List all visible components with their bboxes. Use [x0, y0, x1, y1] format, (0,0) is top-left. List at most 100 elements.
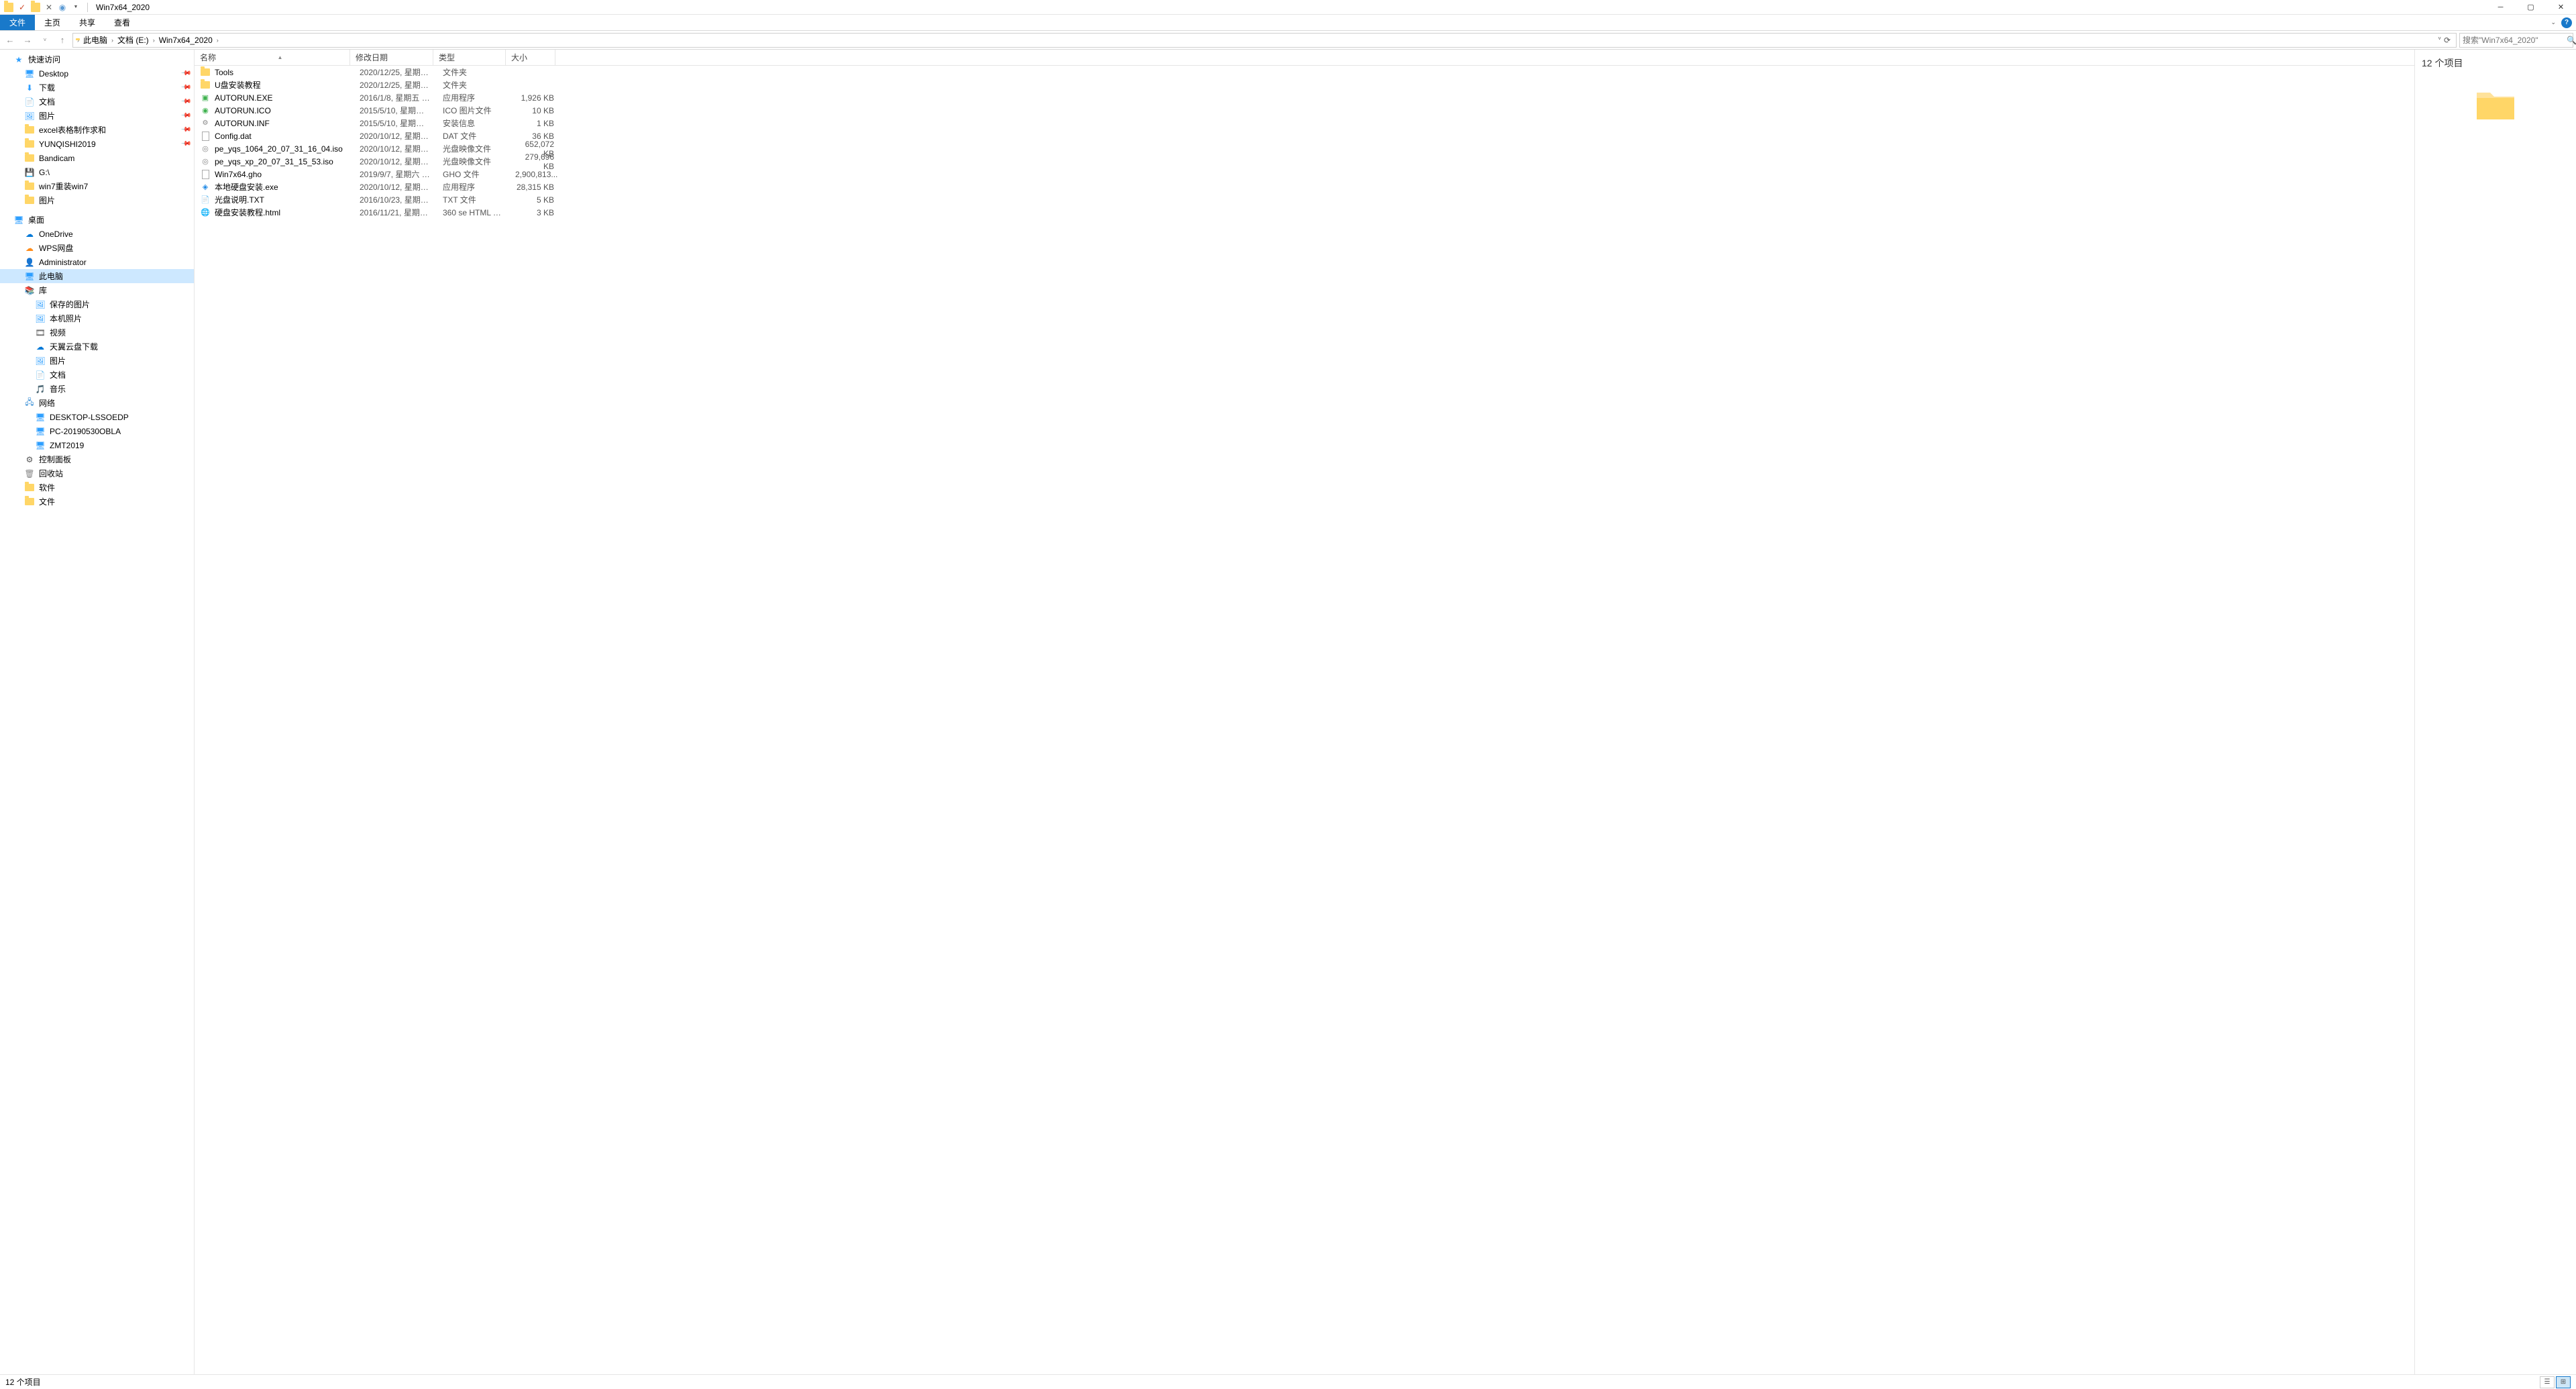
- file-row[interactable]: ▣AUTORUN.EXE2016/1/8, 星期五 04:...应用程序1,92…: [195, 91, 2414, 104]
- tree-item-label: YUNQISHI2019: [39, 140, 182, 149]
- txt-icon: 📄: [200, 195, 211, 205]
- tree-item-label: win7重装win7: [39, 181, 190, 192]
- file-row[interactable]: ◈本地硬盘安装.exe2020/10/12, 星期一 1...应用程序28,31…: [195, 181, 2414, 193]
- tree-item[interactable]: YUNQISHI2019📌: [0, 137, 194, 151]
- up-button[interactable]: ↑: [55, 33, 70, 48]
- tree-item-label: 天翼云盘下载: [50, 341, 190, 352]
- file-name: AUTORUN.EXE: [215, 93, 354, 103]
- view-icons-button[interactable]: ⊞: [2556, 1376, 2571, 1388]
- back-button[interactable]: ←: [3, 33, 17, 48]
- close-button[interactable]: ✕: [2546, 0, 2576, 15]
- file-name: pe_yqs_xp_20_07_31_15_53.iso: [215, 157, 354, 166]
- window-title: Win7x64_2020: [91, 3, 150, 12]
- file-row[interactable]: 📄光盘说明.TXT2016/10/23, 星期日 0...TXT 文件5 KB: [195, 193, 2414, 206]
- tab-home[interactable]: 主页: [35, 15, 70, 30]
- tree-item[interactable]: 📄文档: [0, 368, 194, 382]
- forward-button[interactable]: →: [20, 33, 35, 48]
- tree-item[interactable]: 🖼本机照片: [0, 311, 194, 325]
- tree-item[interactable]: 🗑回收站: [0, 466, 194, 480]
- tree-item[interactable]: 🖼保存的图片: [0, 297, 194, 311]
- file-name: 本地硬盘安装.exe: [215, 181, 354, 193]
- address-bar[interactable]: › 此电脑 › 文档 (E:) › Win7x64_2020 › ˅ ⟳: [72, 33, 2457, 48]
- search-input[interactable]: [2463, 36, 2567, 45]
- refresh-icon[interactable]: ⟳: [2444, 36, 2451, 45]
- file-name: AUTORUN.INF: [215, 119, 354, 128]
- tree-item[interactable]: ☁OneDrive: [0, 227, 194, 241]
- file-date: 2020/12/25, 星期五 1...: [354, 79, 437, 91]
- tree-item[interactable]: 🖥PC-20190530OBLA: [0, 424, 194, 438]
- pin-icon: 📌: [180, 124, 191, 136]
- tree-item-label: 此电脑: [39, 270, 190, 282]
- qat-close-icon[interactable]: ✕: [44, 3, 54, 12]
- file-size: 279,696 KB: [510, 152, 559, 171]
- search-icon[interactable]: 🔍: [2567, 36, 2576, 45]
- file-size: 28,315 KB: [510, 183, 559, 192]
- address-dropdown-icon[interactable]: ˅: [2438, 36, 2441, 45]
- tree-item[interactable]: 💾G:\: [0, 165, 194, 179]
- tree-item-label: 视频: [50, 327, 190, 338]
- qat-dropdown-icon[interactable]: ▼: [71, 3, 80, 12]
- ribbon-expand-icon[interactable]: ⌄: [2551, 19, 2556, 26]
- tree-item[interactable]: 🖼图片📌: [0, 109, 194, 123]
- qat-app-icon[interactable]: ◉: [58, 3, 67, 12]
- tree-item[interactable]: 软件: [0, 480, 194, 495]
- tree-item-label: 文件: [39, 496, 190, 507]
- tree-item[interactable]: ☁天翼云盘下载: [0, 340, 194, 354]
- control-icon: ⚙: [24, 454, 35, 465]
- tab-file[interactable]: 文件: [0, 15, 35, 30]
- file-name: AUTORUN.ICO: [215, 106, 354, 115]
- details-pane: 12 个项目: [2415, 50, 2576, 1374]
- tree-item[interactable]: 📚库: [0, 283, 194, 297]
- search-box[interactable]: 🔍: [2459, 33, 2573, 48]
- help-icon[interactable]: ?: [2561, 17, 2572, 28]
- tree-item[interactable]: 🎞视频: [0, 325, 194, 340]
- tree-item-label: 下载: [39, 82, 182, 93]
- tree-item[interactable]: win7重装win7: [0, 179, 194, 193]
- chevron-right-icon[interactable]: ›: [111, 37, 113, 44]
- file-row[interactable]: ◉AUTORUN.ICO2015/5/10, 星期日 02...ICO 图片文件…: [195, 104, 2414, 117]
- tree-item[interactable]: 文件: [0, 495, 194, 509]
- column-type[interactable]: 类型: [433, 50, 506, 65]
- file-row[interactable]: Tools2020/12/25, 星期五 1...文件夹: [195, 66, 2414, 79]
- tree-item[interactable]: 🖧网络: [0, 396, 194, 410]
- file-row[interactable]: ◎pe_yqs_xp_20_07_31_15_53.iso2020/10/12,…: [195, 155, 2414, 168]
- file-row[interactable]: U盘安装教程2020/12/25, 星期五 1...文件夹: [195, 79, 2414, 91]
- file-type: DAT 文件: [437, 130, 510, 142]
- tab-view[interactable]: 查看: [105, 15, 140, 30]
- tab-share[interactable]: 共享: [70, 15, 105, 30]
- tree-item[interactable]: 🖥DESKTOP-LSSOEDP: [0, 410, 194, 424]
- tree-item[interactable]: ☁WPS网盘: [0, 241, 194, 255]
- qat-item-icon[interactable]: ✓: [17, 3, 27, 12]
- file-row[interactable]: Win7x64.gho2019/9/7, 星期六 19:...GHO 文件2,9…: [195, 168, 2414, 181]
- file-row[interactable]: 🌐硬盘安装教程.html2016/11/21, 星期一 2...360 se H…: [195, 206, 2414, 219]
- navigation-tree[interactable]: ★快速访问🖥Desktop📌⬇下载📌📄文档📌🖼图片📌excel表格制作求和📌YU…: [0, 50, 195, 1374]
- tree-item[interactable]: 🎵音乐: [0, 382, 194, 396]
- column-date[interactable]: 修改日期: [350, 50, 433, 65]
- tree-item[interactable]: 🖥Desktop📌: [0, 66, 194, 81]
- tree-item[interactable]: 图片: [0, 193, 194, 207]
- file-row[interactable]: ⚙AUTORUN.INF2015/5/10, 星期日 02...安装信息1 KB: [195, 117, 2414, 130]
- file-type: 应用程序: [437, 181, 510, 193]
- tree-item[interactable]: 👤Administrator: [0, 255, 194, 269]
- folder-icon: [24, 497, 35, 507]
- minimize-button[interactable]: ─: [2485, 0, 2516, 15]
- tree-item[interactable]: 🖥ZMT2019: [0, 438, 194, 452]
- qat-item-icon[interactable]: [31, 3, 40, 12]
- tree-item[interactable]: Bandicam: [0, 151, 194, 165]
- recent-dropdown-icon[interactable]: ˅: [38, 33, 52, 48]
- chevron-right-icon[interactable]: ›: [153, 37, 155, 44]
- view-details-button[interactable]: ☰: [2540, 1376, 2555, 1388]
- column-name[interactable]: 名称▲: [195, 50, 350, 65]
- tree-item[interactable]: ⚙控制面板: [0, 452, 194, 466]
- column-size[interactable]: 大小: [506, 50, 555, 65]
- tree-item[interactable]: excel表格制作求和📌: [0, 123, 194, 137]
- tree-item[interactable]: 🖼图片: [0, 354, 194, 368]
- maximize-button[interactable]: ▢: [2516, 0, 2546, 15]
- chevron-right-icon[interactable]: ›: [217, 37, 219, 44]
- tree-item[interactable]: 🖥桌面: [0, 213, 194, 227]
- tree-item[interactable]: 📄文档📌: [0, 95, 194, 109]
- tree-item[interactable]: ★快速访问: [0, 52, 194, 66]
- tree-item[interactable]: ⬇下载📌: [0, 81, 194, 95]
- tree-item[interactable]: 🖥此电脑: [0, 269, 194, 283]
- file-type: 应用程序: [437, 92, 510, 103]
